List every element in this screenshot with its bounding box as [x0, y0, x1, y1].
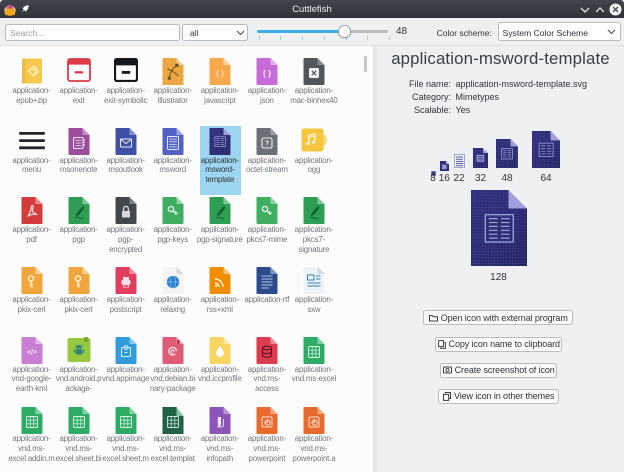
svg-text:?: ?: [265, 140, 269, 147]
svg-text:{ }: { }: [263, 69, 271, 78]
svg-text:</>: </>: [26, 349, 36, 356]
svg-text:( ): ( ): [216, 68, 224, 78]
